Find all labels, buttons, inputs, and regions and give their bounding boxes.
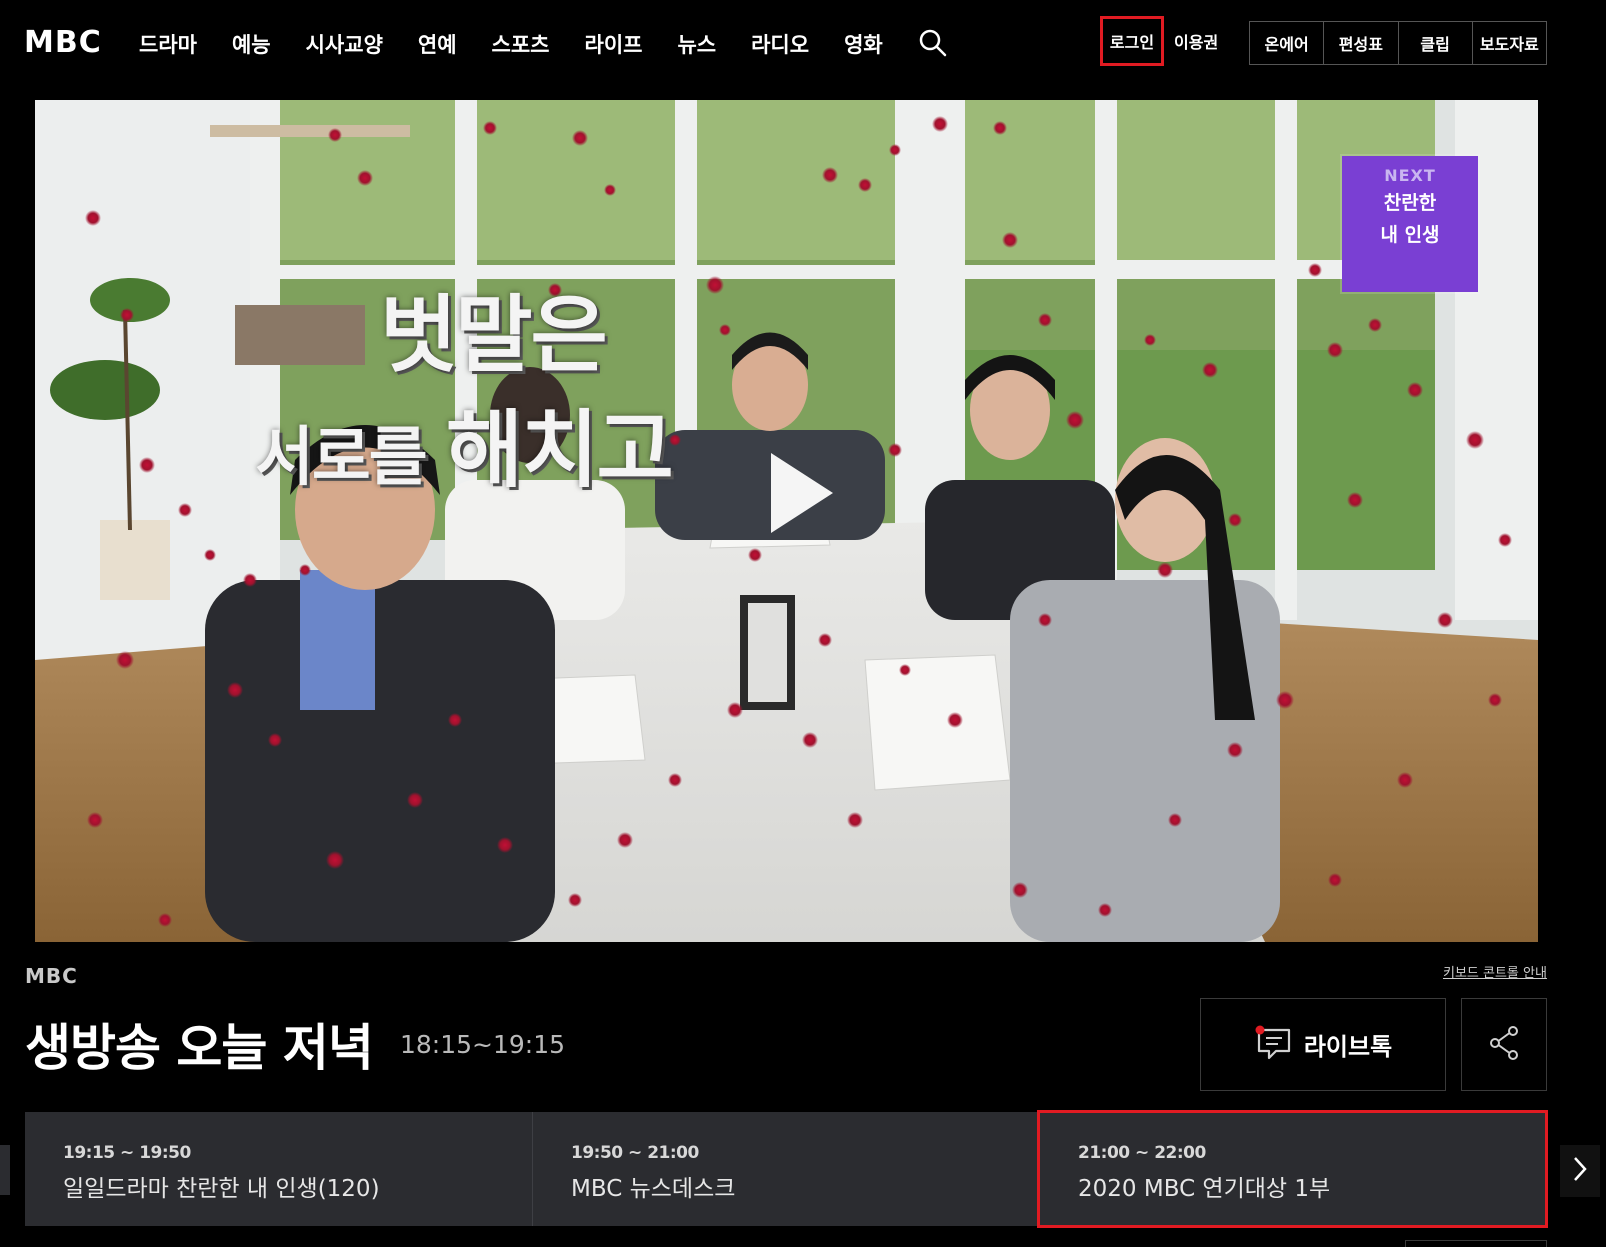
quick-onair[interactable]: 온에어 — [1250, 22, 1323, 64]
next-label: NEXT — [1384, 166, 1436, 185]
quick-schedule[interactable]: 편성표 — [1323, 22, 1397, 64]
login-button[interactable]: 로그인 — [1100, 16, 1164, 66]
chevron-right-icon — [1572, 1155, 1588, 1187]
program-time: 18:15~19:15 — [400, 1030, 566, 1059]
next-program-badge: NEXT 찬란한 내 인생 — [1342, 156, 1478, 292]
channel-logo: MBC — [25, 964, 78, 988]
schedule-program: MBC 뉴스데스크 — [571, 1176, 736, 1202]
nav-entertainment[interactable]: 예능 — [232, 29, 271, 59]
schedule-item[interactable]: 19:15 ~ 19:50 일일드라마 찬란한 내 인생(120) — [25, 1112, 532, 1226]
caption-big-text: 해치고 — [445, 401, 674, 499]
video-caption-line2: 서로를 해치고 — [255, 383, 674, 504]
share-icon — [1488, 1025, 1520, 1065]
chat-icon — [1254, 1023, 1294, 1067]
nav-radio[interactable]: 라디오 — [751, 29, 809, 59]
play-icon[interactable] — [751, 448, 841, 538]
quick-press[interactable]: 보도자료 — [1471, 22, 1546, 64]
search-icon[interactable] — [918, 28, 948, 58]
schedule-time: 19:50 ~ 21:00 — [571, 1143, 699, 1163]
next-title-line2: 내 인생 — [1380, 224, 1440, 246]
nav-current-affairs[interactable]: 시사교양 — [306, 29, 383, 59]
footer-edge — [1405, 1240, 1547, 1247]
caption-small-text: 서로를 — [255, 421, 446, 495]
share-button[interactable] — [1461, 998, 1547, 1091]
nav-life[interactable]: 라이프 — [585, 29, 643, 59]
schedule-item[interactable]: 19:50 ~ 21:00 MBC 뉴스데스크 — [532, 1112, 1039, 1226]
program-title: 생방송 오늘 저녁 — [25, 1019, 374, 1077]
nav-sports[interactable]: 스포츠 — [492, 29, 550, 59]
nav-movie[interactable]: 영화 — [844, 29, 883, 59]
main-nav: 드라마 예능 시사교양 연예 스포츠 라이프 뉴스 라디오 영화 — [139, 24, 918, 64]
schedule-program: 2020 MBC 연기대상 1부 — [1078, 1176, 1331, 1202]
livetalk-button[interactable]: 라이브톡 — [1200, 998, 1446, 1091]
quick-clip[interactable]: 클립 — [1397, 22, 1472, 64]
livetalk-label: 라이브톡 — [1303, 1033, 1393, 1061]
nav-celebrity[interactable]: 연예 — [418, 29, 457, 59]
mbc-logo[interactable]: MBC — [24, 28, 102, 58]
schedule-strip: 19:15 ~ 19:50 일일드라마 찬란한 내 인생(120) 19:50 … — [25, 1110, 1548, 1228]
ticket-link[interactable]: 이용권 — [1174, 29, 1218, 53]
schedule-program: 일일드라마 찬란한 내 인생(120) — [63, 1176, 380, 1202]
nav-news[interactable]: 뉴스 — [677, 29, 716, 59]
schedule-prev-button[interactable] — [0, 1145, 10, 1195]
video-player[interactable]: 벗말은 서로를 해치고 NEXT 찬란한 내 인생 — [35, 100, 1538, 942]
schedule-time: 21:00 ~ 22:00 — [1078, 1143, 1206, 1163]
keyboard-guide-link[interactable]: 키보드 콘트롤 안내 — [1443, 962, 1547, 981]
video-caption-line1: 벗말은 — [380, 286, 608, 384]
next-title-line1: 찬란한 — [1383, 192, 1437, 214]
global-header: MBC 드라마 예능 시사교양 연예 스포츠 라이프 뉴스 라디오 영화 로그인… — [0, 0, 1606, 88]
nav-drama[interactable]: 드라마 — [139, 29, 197, 59]
schedule-time: 19:15 ~ 19:50 — [63, 1143, 191, 1163]
schedule-item[interactable]: 21:00 ~ 22:00 2020 MBC 연기대상 1부 — [1037, 1110, 1548, 1228]
user-utility: 로그인 이용권 — [1100, 14, 1218, 68]
schedule-next-button[interactable] — [1560, 1145, 1600, 1197]
quick-menu: 온에어 편성표 클립 보도자료 — [1249, 21, 1547, 65]
